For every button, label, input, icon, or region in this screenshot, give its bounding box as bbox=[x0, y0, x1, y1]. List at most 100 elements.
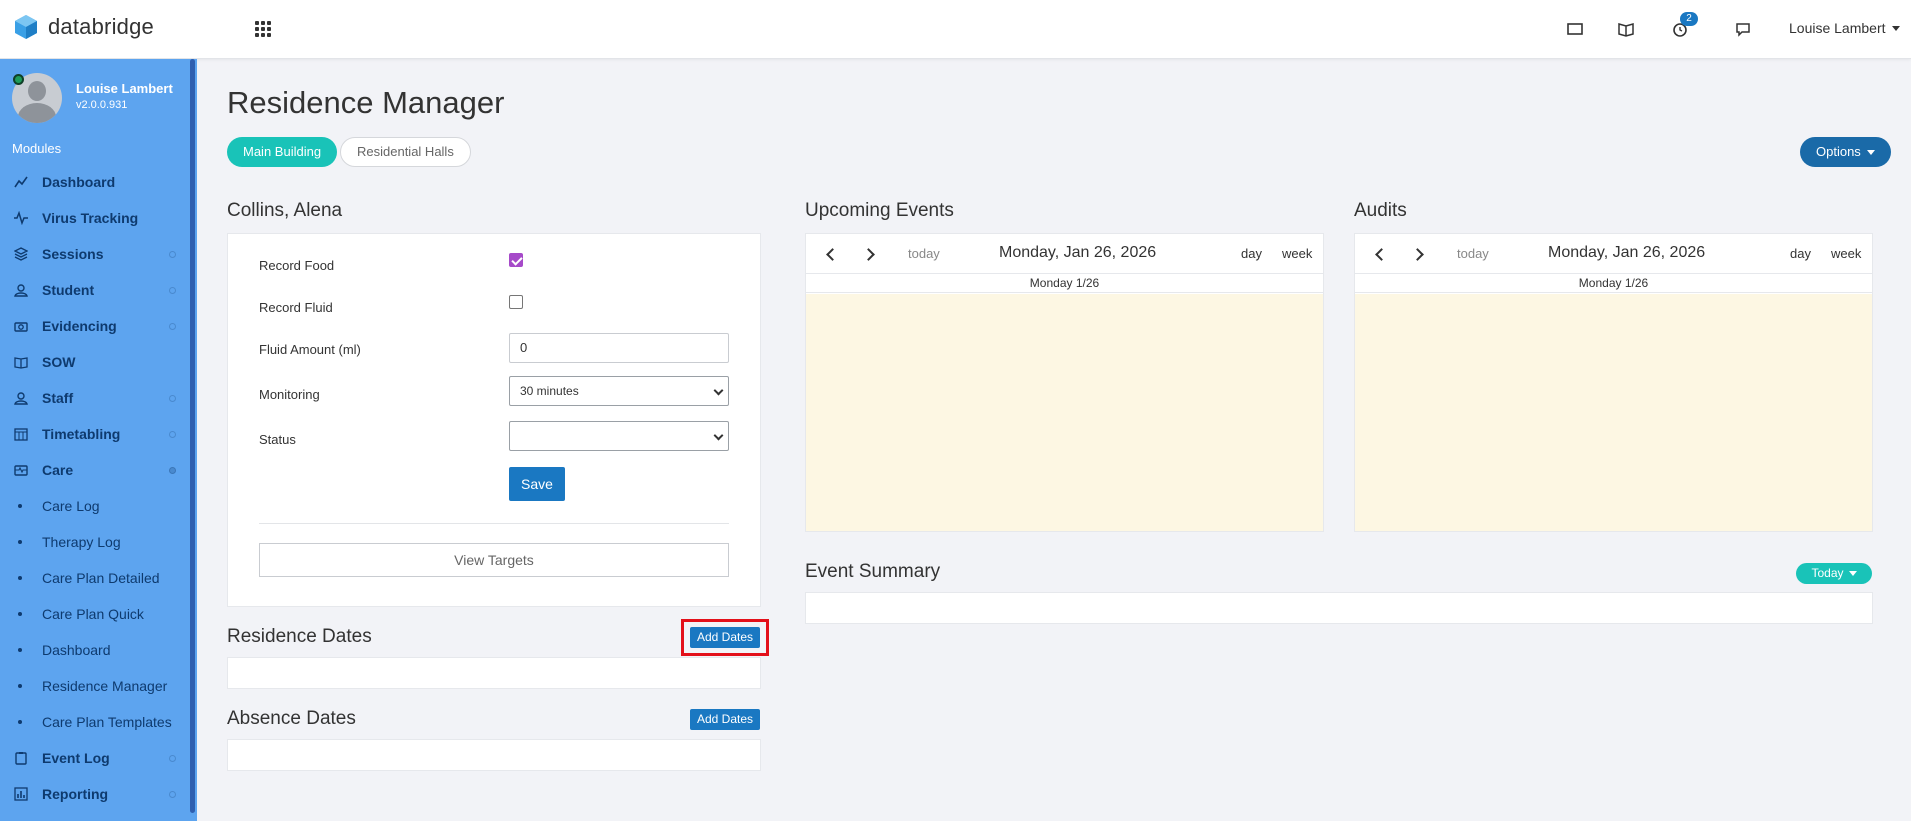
sidebar-item-care[interactable]: Care bbox=[0, 452, 190, 488]
chart-line-icon bbox=[14, 176, 28, 188]
calendar-grid-icon bbox=[14, 428, 28, 441]
sidebar-item-label: Sessions bbox=[42, 246, 104, 262]
record-food-checkbox[interactable] bbox=[509, 253, 523, 267]
options-button[interactable]: Options bbox=[1800, 137, 1891, 167]
monitoring-select-value: 30 minutes bbox=[520, 384, 579, 398]
sidebar-profile[interactable]: Louise Lambert v2.0.0.931 bbox=[12, 73, 192, 123]
databridge-logo-icon bbox=[15, 15, 37, 39]
page-title: Residence Manager bbox=[227, 85, 505, 120]
app-version: v2.0.0.931 bbox=[76, 99, 128, 111]
caret-down-icon bbox=[1891, 25, 1900, 31]
sidebar-item-student[interactable]: Student bbox=[0, 272, 190, 308]
chat-icon[interactable] bbox=[1734, 20, 1752, 38]
student-name-heading: Collins, Alena bbox=[227, 200, 343, 221]
calendar-week-view-button[interactable]: week bbox=[1831, 246, 1861, 261]
sidebar-subitem-label: Dashboard bbox=[42, 642, 111, 658]
fluid-amount-input[interactable]: 0 bbox=[509, 333, 729, 363]
sidebar-subitem-care-plan-detailed[interactable]: Care Plan Detailed bbox=[0, 560, 190, 596]
expand-indicator-icon bbox=[169, 431, 176, 438]
expand-indicator-icon bbox=[169, 323, 176, 330]
status-select[interactable] bbox=[509, 421, 729, 451]
sidebar-nav: Dashboard Virus Tracking Sessions Studen… bbox=[0, 164, 190, 812]
student-care-form: Record Food Record Fluid Fluid Amount (m… bbox=[227, 233, 761, 607]
event-summary-filter-button[interactable]: Today bbox=[1796, 563, 1872, 584]
tab-main-building[interactable]: Main Building bbox=[227, 137, 338, 167]
sidebar-item-sow[interactable]: SOW bbox=[0, 344, 190, 380]
save-button[interactable]: Save bbox=[509, 467, 565, 501]
sidebar-item-reporting[interactable]: Reporting bbox=[0, 776, 190, 812]
monitoring-select[interactable]: 30 minutes bbox=[509, 376, 729, 406]
chevron-left-icon[interactable] bbox=[1375, 248, 1388, 261]
expand-indicator-icon bbox=[169, 755, 176, 762]
event-summary-heading: Event Summary bbox=[805, 561, 941, 582]
calendar-today-button[interactable]: today bbox=[908, 246, 940, 261]
profile-name: Louise Lambert bbox=[76, 81, 173, 96]
add-absence-dates-button[interactable]: Add Dates bbox=[690, 709, 760, 730]
sidebar-item-event-log[interactable]: Event Log bbox=[0, 740, 190, 776]
record-fluid-label: Record Fluid bbox=[259, 300, 333, 315]
sidebar-item-evidencing[interactable]: Evidencing bbox=[0, 308, 190, 344]
bullet-icon bbox=[18, 684, 22, 688]
record-fluid-checkbox[interactable] bbox=[509, 295, 523, 309]
sidebar-scrollbar[interactable] bbox=[190, 59, 195, 813]
apps-grid-icon[interactable] bbox=[255, 21, 271, 37]
sidebar-item-label: Staff bbox=[42, 390, 74, 406]
sidebar-subitem-label: Care Log bbox=[42, 498, 100, 514]
calendar-column-header: Monday 1/26 bbox=[806, 273, 1323, 293]
card-icon bbox=[14, 465, 28, 476]
brand[interactable]: databridge bbox=[14, 14, 154, 40]
user-menu[interactable]: Louise Lambert bbox=[1789, 20, 1900, 36]
options-button-label: Options bbox=[1816, 144, 1861, 159]
book-icon[interactable] bbox=[1617, 20, 1635, 38]
audits-heading: Audits bbox=[1354, 200, 1407, 221]
calendar-day-body[interactable] bbox=[806, 294, 1323, 531]
sidebar-subitem-care-plan-quick[interactable]: Care Plan Quick bbox=[0, 596, 190, 632]
absence-dates-panel bbox=[227, 739, 761, 771]
online-status-icon bbox=[13, 74, 24, 85]
tab-residential-halls[interactable]: Residential Halls bbox=[340, 137, 471, 167]
calendar-today-button[interactable]: today bbox=[1457, 246, 1489, 261]
audits-calendar: today Monday, Jan 26, 2026 day week Mond… bbox=[1354, 233, 1873, 532]
sidebar-subitem-care-plan-templates[interactable]: Care Plan Templates bbox=[0, 704, 190, 740]
sidebar-item-virus-tracking[interactable]: Virus Tracking bbox=[0, 200, 190, 236]
calendar-day-body[interactable] bbox=[1355, 294, 1872, 531]
brand-name: databridge bbox=[48, 14, 154, 39]
top-bar: databridge 2 Louise Lambert bbox=[0, 0, 1911, 59]
view-targets-button[interactable]: View Targets bbox=[259, 543, 729, 577]
sidebar-item-label: Timetabling bbox=[42, 426, 121, 442]
sidebar-subitem-label: Care Plan Quick bbox=[42, 606, 144, 622]
chevron-right-icon[interactable] bbox=[1411, 248, 1424, 261]
calendar-day-view-button[interactable]: day bbox=[1241, 246, 1262, 261]
chevron-right-icon[interactable] bbox=[862, 248, 875, 261]
sidebar-subitem-label: Care Plan Templates bbox=[42, 714, 172, 730]
monitor-icon[interactable] bbox=[1566, 20, 1584, 38]
upcoming-events-heading: Upcoming Events bbox=[805, 200, 954, 221]
form-divider bbox=[259, 523, 729, 524]
clipboard-icon bbox=[15, 752, 27, 765]
bullet-icon bbox=[18, 648, 22, 652]
sidebar-subitem-therapy-log[interactable]: Therapy Log bbox=[0, 524, 190, 560]
record-food-label: Record Food bbox=[259, 258, 335, 273]
chevron-left-icon[interactable] bbox=[826, 248, 839, 261]
notification-badge[interactable]: 2 bbox=[1680, 12, 1698, 26]
pulse-icon bbox=[14, 211, 28, 225]
event-summary-filter-label: Today bbox=[1811, 566, 1844, 580]
sidebar-item-dashboard[interactable]: Dashboard bbox=[0, 164, 190, 200]
sidebar-subitem-residence-manager[interactable]: Residence Manager bbox=[0, 668, 190, 704]
event-summary-panel bbox=[805, 592, 1873, 624]
sidebar-subitem-dashboard[interactable]: Dashboard bbox=[0, 632, 190, 668]
user-icon bbox=[14, 392, 28, 405]
calendar-day-view-button[interactable]: day bbox=[1790, 246, 1811, 261]
chevron-down-icon bbox=[713, 385, 724, 396]
calendar-week-view-button[interactable]: week bbox=[1282, 246, 1312, 261]
sidebar-item-timetabling[interactable]: Timetabling bbox=[0, 416, 190, 452]
expand-indicator-icon bbox=[169, 287, 176, 294]
sidebar-subitem-care-log[interactable]: Care Log bbox=[0, 488, 190, 524]
expanded-indicator-icon bbox=[169, 467, 176, 474]
sidebar-item-sessions[interactable]: Sessions bbox=[0, 236, 190, 272]
monitoring-label: Monitoring bbox=[259, 387, 320, 402]
sidebar-item-staff[interactable]: Staff bbox=[0, 380, 190, 416]
bullet-icon bbox=[18, 720, 22, 724]
bullet-icon bbox=[18, 504, 22, 508]
sidebar-item-label: Dashboard bbox=[42, 174, 116, 190]
